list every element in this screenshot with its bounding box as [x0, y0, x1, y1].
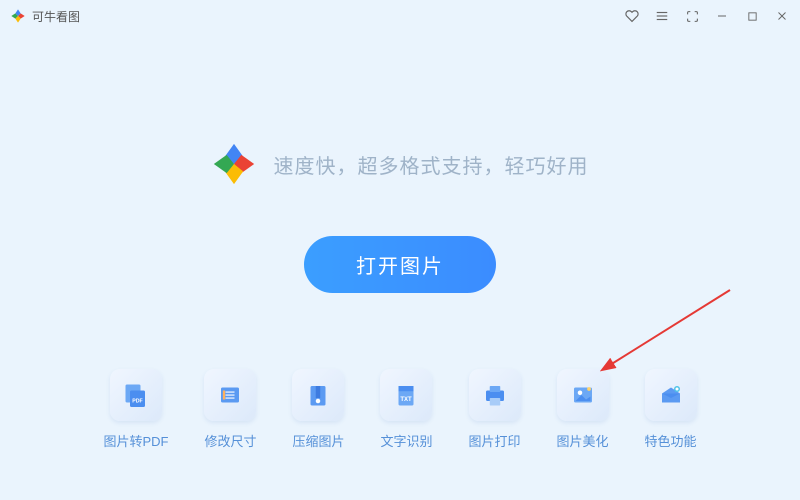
- main-content: 速度快，超多格式支持，轻巧好用 打开图片: [0, 32, 800, 293]
- open-image-button[interactable]: 打开图片: [304, 236, 496, 293]
- tool-pdf[interactable]: PDF 图片转PDF: [103, 369, 168, 450]
- hero-logo-icon: [212, 142, 256, 186]
- tools-row: PDF 图片转PDF 修改尺寸 压缩图片 TXT 文字识别 图片打印 图片美化: [0, 369, 800, 450]
- pdf-icon: PDF: [110, 369, 162, 421]
- favorite-icon[interactable]: [624, 8, 640, 24]
- svg-text:PDF: PDF: [132, 399, 143, 405]
- tool-special[interactable]: 特色功能: [645, 369, 697, 450]
- compress-icon: [292, 369, 344, 421]
- tool-beautify[interactable]: 图片美化: [557, 369, 609, 450]
- titlebar-left: 可牛看图: [10, 8, 80, 25]
- app-logo-icon: [10, 8, 26, 24]
- tool-label: 文字识别: [380, 431, 432, 450]
- minimize-icon[interactable]: [714, 8, 730, 24]
- ocr-icon: TXT: [380, 369, 432, 421]
- tool-label: 图片转PDF: [103, 431, 168, 450]
- titlebar-right: [624, 8, 790, 24]
- resize-icon: [204, 369, 256, 421]
- tool-resize[interactable]: 修改尺寸: [204, 369, 256, 450]
- annotation-arrow: [600, 285, 740, 375]
- tool-compress[interactable]: 压缩图片: [292, 369, 344, 450]
- tool-print[interactable]: 图片打印: [469, 369, 521, 450]
- beautify-icon: [557, 369, 609, 421]
- svg-text:TXT: TXT: [401, 397, 413, 403]
- tool-label: 压缩图片: [292, 431, 344, 450]
- print-icon: [469, 369, 521, 421]
- maximize-icon[interactable]: [744, 8, 760, 24]
- hero: 速度快，超多格式支持，轻巧好用: [212, 142, 589, 186]
- app-title: 可牛看图: [32, 8, 80, 25]
- titlebar: 可牛看图: [0, 0, 800, 32]
- tool-ocr[interactable]: TXT 文字识别: [380, 369, 432, 450]
- tool-label: 修改尺寸: [204, 431, 256, 450]
- menu-icon[interactable]: [654, 8, 670, 24]
- special-icon: [645, 369, 697, 421]
- fullscreen-icon[interactable]: [684, 8, 700, 24]
- close-icon[interactable]: [774, 8, 790, 24]
- hero-tagline: 速度快，超多格式支持，轻巧好用: [274, 150, 589, 179]
- tool-label: 图片美化: [557, 431, 609, 450]
- tool-label: 图片打印: [469, 431, 521, 450]
- tool-label: 特色功能: [645, 431, 697, 450]
